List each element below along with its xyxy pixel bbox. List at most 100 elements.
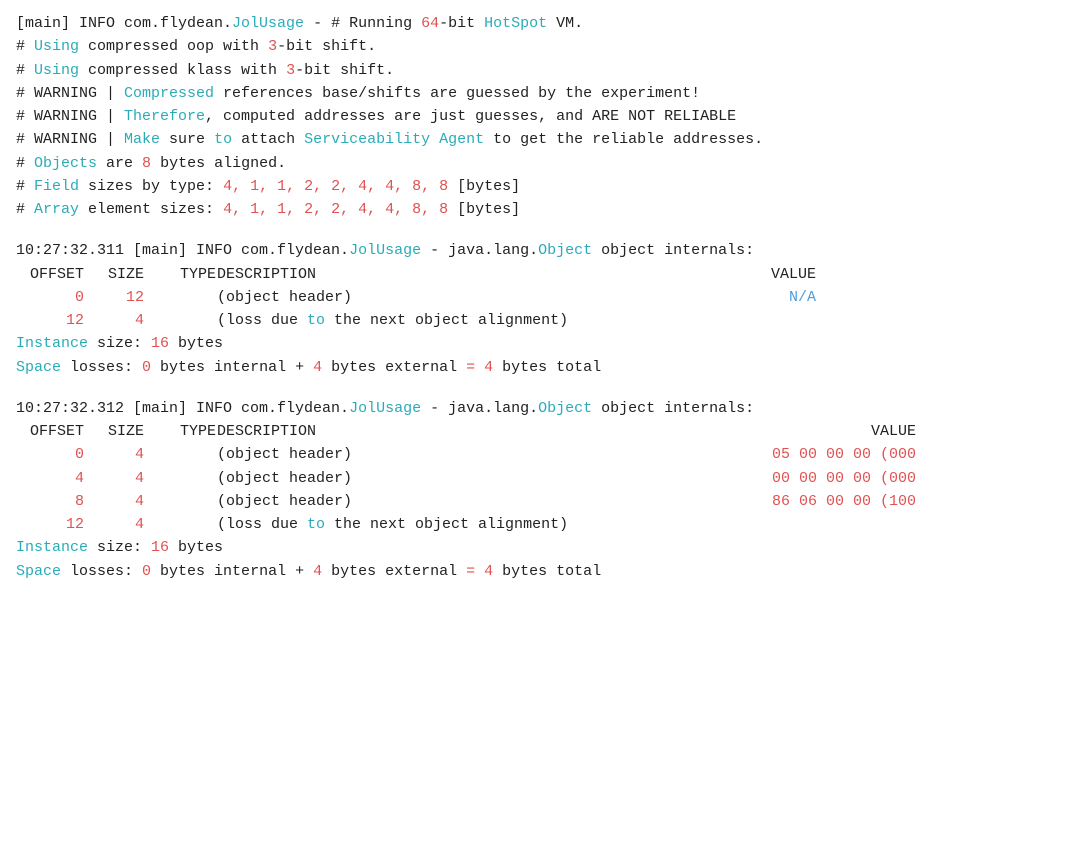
output-container: [main] INFO com.flydean.JolUsage - # Run… [16, 12, 1064, 583]
l1-p4: 64 [421, 15, 439, 32]
s1r1-desc: (object header) [216, 286, 636, 309]
s1r2-desc: (loss due to the next object alignment) [216, 309, 636, 332]
l2-p5: -bit shift. [277, 38, 376, 55]
log-line-1: [main] INFO com.flydean.JolUsage - # Run… [16, 12, 1064, 35]
l8-p2: Field [34, 178, 79, 195]
section2-col-headers: OFFSET SIZE TYPE DESCRIPTIONVALUE [16, 420, 1064, 443]
s1-instance-label: Instance [16, 335, 88, 352]
l7-p3: are [97, 155, 142, 172]
l7-p1: # [16, 155, 34, 172]
section2-header: 10:27:32.312 [main] INFO com.flydean.Jol… [16, 397, 1064, 420]
s2-space-label: Space [16, 563, 61, 580]
l6-p3: sure [160, 131, 214, 148]
s1-internal-text: bytes internal + [151, 359, 313, 376]
l2-p3: compressed oop with [79, 38, 268, 55]
l8-p3: sizes by type: [79, 178, 223, 195]
s2-eq: = [466, 563, 475, 580]
section2-instance-size: Instance size: 16 bytes [16, 536, 1064, 559]
l3-p1: # [16, 62, 34, 79]
s1r1-size: 12 [84, 286, 144, 309]
section1-row-1: 0 12 (object header)N/A [16, 286, 1064, 309]
s1-eq-space [475, 359, 484, 376]
l1-p5: -bit [439, 15, 484, 32]
s2h-p1: 10:27:32.312 [main] INFO com.flydean. [16, 400, 349, 417]
section2: 10:27:32.312 [main] INFO com.flydean.Jol… [16, 397, 1064, 583]
s2-col-type-label: TYPE [144, 420, 216, 443]
s2-size-text: size: [88, 539, 151, 556]
l3-p5: -bit shift. [295, 62, 394, 79]
s2-external-text: bytes external [322, 563, 466, 580]
section1: 10:27:32.311 [main] INFO com.flydean.Jol… [16, 239, 1064, 379]
s2-eq-space [475, 563, 484, 580]
s1-internal-val: 0 [142, 359, 151, 376]
l8-p1: # [16, 178, 34, 195]
s1h-p2: JolUsage [349, 242, 421, 259]
section1-row-2: 12 4 (loss due to the next object alignm… [16, 309, 1064, 332]
s1h-p5: object internals: [592, 242, 754, 259]
s2r4-size: 4 [84, 513, 144, 536]
s2-external-val: 4 [313, 563, 322, 580]
s2r1-size: 4 [84, 443, 144, 466]
section1-header: 10:27:32.311 [main] INFO com.flydean.Jol… [16, 239, 1064, 262]
log-header-section: [main] INFO com.flydean.JolUsage - # Run… [16, 12, 1064, 221]
l4-p1: # WARNING | [16, 85, 124, 102]
s2r2-desc: (object header) [216, 467, 636, 490]
s1-external-text: bytes external [322, 359, 466, 376]
l6-p5: attach [232, 131, 304, 148]
l5-p2: Therefore [124, 108, 205, 125]
l5-p3: , computed addresses are just guesses, a… [205, 108, 736, 125]
s2r4-desc: (loss due to the next object alignment) [216, 513, 636, 536]
s1r2-size: 4 [84, 309, 144, 332]
l3-p3: compressed klass with [79, 62, 286, 79]
l1-p2: JolUsage [232, 15, 304, 32]
s1-total-text: bytes total [493, 359, 601, 376]
l7-p4: 8 [142, 155, 151, 172]
s1h-p4: Object [538, 242, 592, 259]
l8-p5: [bytes] [448, 178, 520, 195]
section2-row-1: 0 4 (object header)05 00 00 00 (000 [16, 443, 1064, 466]
s1r1-offset: 0 [16, 286, 84, 309]
s2h-p4: Object [538, 400, 592, 417]
l6-p4: to [214, 131, 232, 148]
l1-p6: HotSpot [484, 15, 547, 32]
col-size-label: SIZE [84, 263, 144, 286]
col-desc-label: DESCRIPTION [216, 263, 636, 286]
log-line-5: # WARNING | Therefore, computed addresse… [16, 105, 1064, 128]
s2-total-text: bytes total [493, 563, 601, 580]
l5-p1: # WARNING | [16, 108, 124, 125]
log-line-4: # WARNING | Compressed references base/s… [16, 82, 1064, 105]
s1r2-offset: 12 [16, 309, 84, 332]
section1-space-losses: Space losses: 0 bytes internal + 4 bytes… [16, 356, 1064, 379]
s2-internal-val: 0 [142, 563, 151, 580]
section2-space-losses: Space losses: 0 bytes internal + 4 bytes… [16, 560, 1064, 583]
s1-losses-text: losses: [61, 359, 142, 376]
s2r2-value: 00 00 00 00 (000 [636, 467, 916, 490]
l6-p1: # WARNING | [16, 131, 124, 148]
l3-p2: Using [34, 62, 79, 79]
l8-p4: 4, 1, 1, 2, 2, 4, 4, 8, 8 [223, 178, 448, 195]
s2r4-offset: 12 [16, 513, 84, 536]
col-type-label: TYPE [144, 263, 216, 286]
s2r1-offset: 0 [16, 443, 84, 466]
l6-p7: to get the reliable addresses. [484, 131, 763, 148]
l4-p2: Compressed [124, 85, 214, 102]
s1r2-to: to [307, 312, 325, 329]
s2r2-size: 4 [84, 467, 144, 490]
log-line-2: # Using compressed oop with 3-bit shift. [16, 35, 1064, 58]
l6-p2: Make [124, 131, 160, 148]
log-line-8: # Field sizes by type: 4, 1, 1, 2, 2, 4,… [16, 175, 1064, 198]
s2-size-value: 16 [151, 539, 169, 556]
l9-p2: Array [34, 201, 79, 218]
l9-p4: 4, 1, 1, 2, 2, 4, 4, 8, 8 [223, 201, 448, 218]
s1-eq: = [466, 359, 475, 376]
s2-internal-text: bytes internal + [151, 563, 313, 580]
l2-p2: Using [34, 38, 79, 55]
col-value-label: VALUE [636, 263, 816, 286]
s2r3-value: 86 06 00 00 (100 [636, 490, 916, 513]
s2r1-value: 05 00 00 00 (000 [636, 443, 916, 466]
l4-p3: references base/shifts are guessed by th… [214, 85, 700, 102]
l1-p7: VM. [547, 15, 583, 32]
s2h-p5: object internals: [592, 400, 754, 417]
l1-p3: - # Running [304, 15, 421, 32]
s2-total-val: 4 [484, 563, 493, 580]
